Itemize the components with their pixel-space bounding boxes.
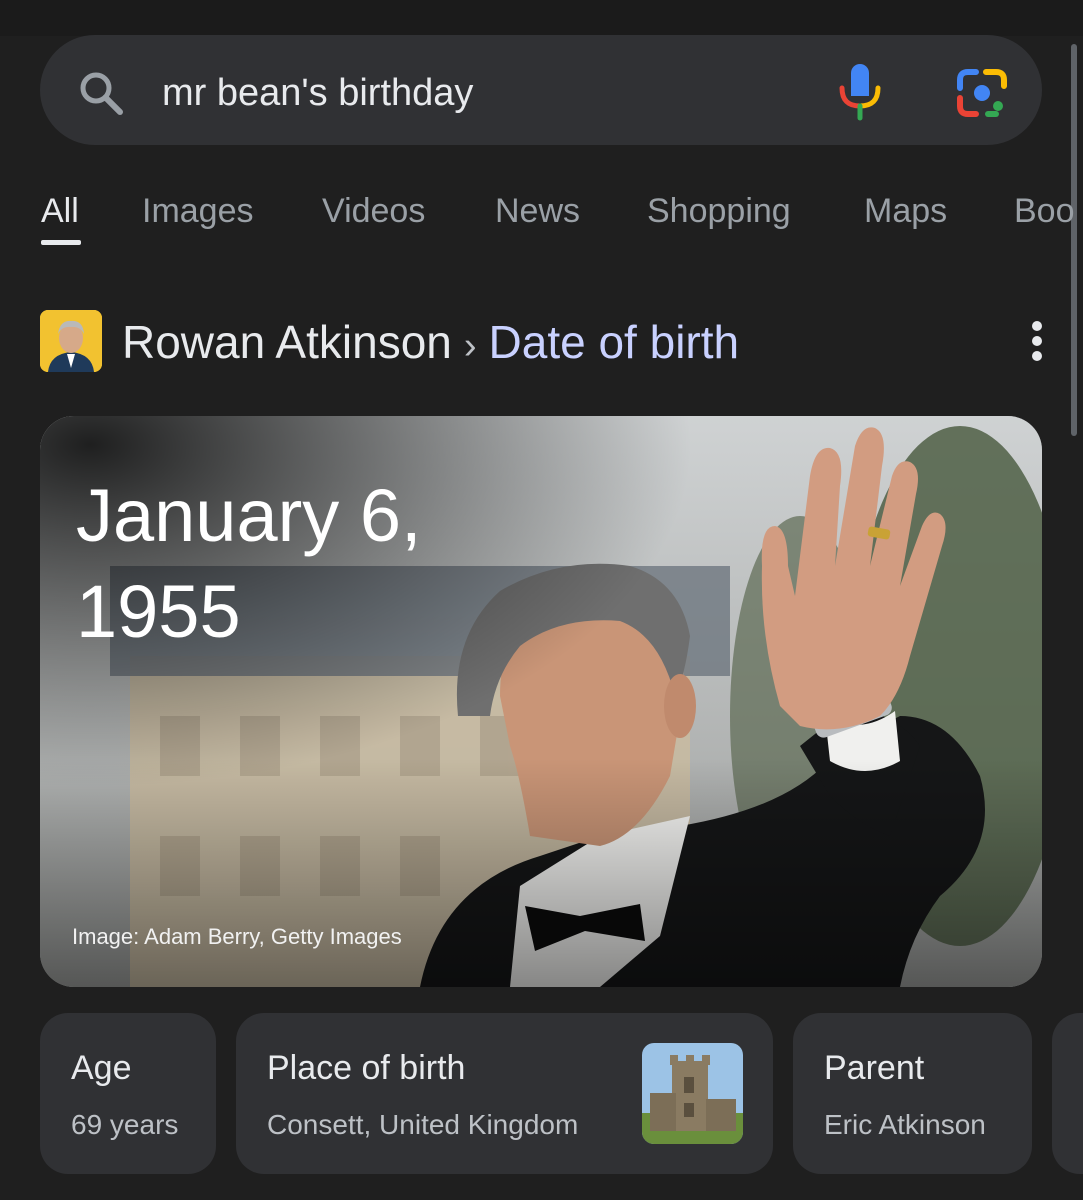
image-credit: Image: Adam Berry, Getty Images [72,924,402,949]
tab-news[interactable]: News [495,188,580,234]
breadcrumb-separator: › [463,325,477,367]
fact-label: Parent [824,1049,925,1087]
fact-chip-age[interactable]: Age 69 years [40,1013,216,1174]
more-options-icon[interactable] [1022,318,1052,364]
search-input[interactable]: mr bean's birthday [162,68,473,118]
birth-date: January 6, 1955 [76,468,536,660]
google-lens-icon[interactable] [956,68,1008,118]
entity-name[interactable]: Rowan Atkinson [122,316,452,368]
birth-date-line2: 1955 [76,570,241,653]
fact-chip-place-of-birth[interactable]: Place of birth Consett, United Kingdom [236,1013,773,1174]
entity-thumbnail[interactable] [40,310,102,372]
tab-videos[interactable]: Videos [322,188,425,234]
fact-chip-parent[interactable]: Parent Eric Atkinson [793,1013,1032,1174]
microphone-icon[interactable] [836,62,884,122]
fact-chip-partial[interactable] [1052,1013,1083,1174]
fact-value: Eric Atkinson [824,1109,986,1140]
fact-label: Place of birth [267,1049,466,1087]
search-tabs: All Images Videos News Shopping Maps Boo [0,188,1083,248]
fact-value: 69 years [71,1109,179,1140]
place-thumbnail [642,1043,743,1144]
active-tab-indicator [41,240,81,245]
tab-shopping[interactable]: Shopping [647,188,791,234]
tab-all[interactable]: All [41,188,79,234]
status-strip [0,0,1083,36]
tab-images[interactable]: Images [142,188,254,234]
date-of-birth-card[interactable]: January 6, 1955 Image: Adam Berry, Getty… [40,416,1042,987]
tab-books[interactable]: Boo [1014,188,1075,234]
birth-date-line1: January 6, [76,474,422,557]
fact-label: Age [71,1049,132,1087]
attribute-name: Date of birth [488,316,740,368]
tab-maps[interactable]: Maps [864,188,947,234]
fact-value: Consett, United Kingdom [267,1109,579,1140]
search-icon[interactable] [76,68,126,118]
entity-heading: Rowan Atkinson › Date of birth [122,314,739,374]
